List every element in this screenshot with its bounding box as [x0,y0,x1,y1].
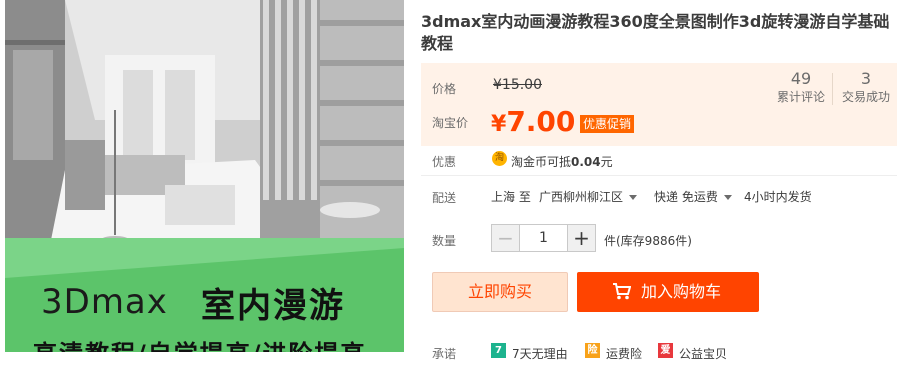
promo-text-suffix: 元 [600,155,613,169]
stat-divider [832,73,833,105]
shipping-destination-select[interactable]: 广西柳州柳江区 [539,188,638,205]
divider [421,175,897,176]
current-price: ¥7.00 [491,105,575,138]
stock-info: 件(库存9886件) [604,234,692,248]
shipping-eta: 4小时内发货 [744,190,812,204]
taobao-price-label: 淘宝价 [432,116,469,130]
shipping-from: 上海 至 [491,190,531,204]
review-count: 49 [790,69,812,88]
promo-row-label: 优惠 [432,155,457,169]
review-count-stat[interactable]: 49 累计评论 [770,69,832,105]
promise-shipping-insurance[interactable]: 运费险 [606,345,642,362]
shipping-method-select[interactable]: 快递 免运费 [654,188,732,205]
product-main-image[interactable]: 3Dmax 室内漫游 高清教程/自学提高/进阶提高 [5,0,404,352]
add-to-cart-button[interactable]: 加入购物车 [577,272,759,312]
taojinbi-coin-icon: 淘 [492,151,507,166]
review-count-label: 累计评论 [776,90,825,104]
promo-row-text: 淘金币可抵0.04元 [511,153,613,170]
sales-count-stat[interactable]: 3 交易成功 [835,69,897,105]
promo-text-prefix: 淘金币可抵 [511,155,572,169]
shopping-cart-icon [613,283,631,300]
original-price: ¥15.00 [493,77,542,93]
room-render-image [5,0,404,270]
banner-title-latin: 3Dmax [41,282,168,322]
chevron-down-icon [723,195,732,200]
current-price-value: 7.00 [506,105,576,138]
quantity-minus-button[interactable]: − [492,225,519,251]
quantity-stepper: − 1 + [491,224,596,252]
sales-count-label: 交易成功 [841,90,890,104]
charity-heart-icon: 爱 [658,343,673,358]
promo-tag[interactable]: 优惠促销 [580,115,635,133]
promise-row-label: 承诺 [432,347,457,361]
quantity-plus-button[interactable]: + [568,225,595,251]
price-box: 价格 ¥15.00 淘宝价 ¥7.00 优惠促销 49 累计评论 3 交易成功 [421,63,897,146]
promise-seven-day-return[interactable]: 7天无理由 [512,345,568,362]
chevron-down-icon [629,195,638,200]
promise-charity[interactable]: 公益宝贝 [679,345,727,362]
product-title: 3dmax室内动画漫游教程360度全景图制作3d旋转漫游自学基础教程 [421,12,890,53]
shipping-method: 快递 免运费 [654,190,718,204]
banner-subtitle: 高清教程/自学提高/进阶提高 [33,334,367,352]
quantity-row-label: 数量 [432,234,457,248]
quantity-input[interactable]: 1 [519,225,568,251]
shipping-destination: 广西柳州柳江区 [539,190,624,204]
banner-title-cn: 室内漫游 [201,286,345,326]
currency-symbol: ¥ [491,112,507,137]
price-label: 价格 [432,82,457,96]
seven-day-return-icon: 7 [491,343,506,358]
shipping-row-label: 配送 [432,191,457,205]
buy-now-button[interactable]: 立即购买 [432,272,568,312]
promo-text-amount: 0.04 [571,155,601,169]
add-to-cart-label: 加入购物车 [641,282,722,301]
sales-count: 3 [860,69,872,88]
shipping-insurance-icon: 险 [585,343,600,358]
